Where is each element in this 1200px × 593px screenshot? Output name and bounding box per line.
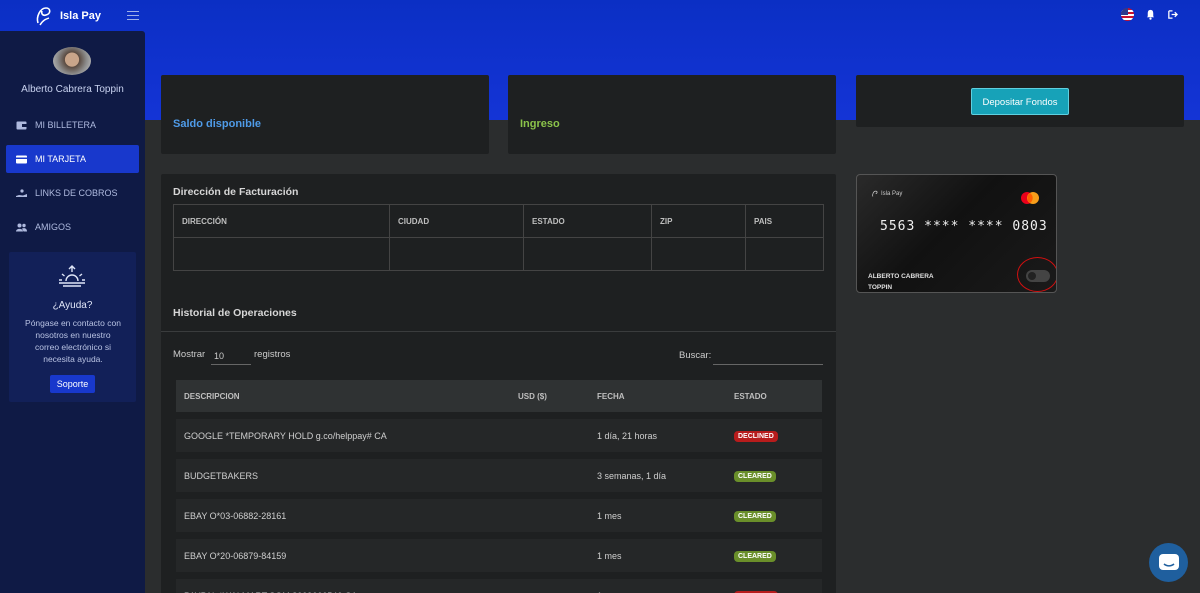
search-label: Buscar: xyxy=(679,350,712,361)
sidebar-item-label: MI TARJETA xyxy=(35,154,87,164)
table-row[interactable]: EBAY O*20-06879-84159 1 mes CLEARED xyxy=(176,539,822,572)
billing-data-row xyxy=(174,238,823,271)
billing-col-zip: ZIP xyxy=(652,205,746,237)
status-badge: CLEARED xyxy=(734,510,776,522)
logout-icon[interactable] xyxy=(1166,9,1178,21)
isla-pay-logo xyxy=(36,7,51,26)
avatar[interactable] xyxy=(53,47,91,75)
status-badge: DECLINED xyxy=(734,430,778,442)
brand[interactable]: Isla Pay xyxy=(34,5,101,27)
sidebar-item-label: LINKS DE COBROS xyxy=(35,188,118,198)
saldo-card: Saldo disponible xyxy=(161,75,489,154)
history-title: Historial de Operaciones xyxy=(173,307,297,319)
cell-fecha: 1 día, 21 horas xyxy=(597,430,658,441)
sunrise-icon xyxy=(59,265,85,287)
billing-col-direccion: DIRECCIÓN xyxy=(174,205,390,237)
card-holder: ALBERTO CABRERA TOPPIN xyxy=(868,273,934,291)
records-label: registros xyxy=(254,349,291,360)
brand-name: Isla Pay xyxy=(60,10,101,22)
cell-estado: DECLINED xyxy=(734,430,822,442)
sidebar-item-links-de-cobros[interactable]: LINKS DE COBROS xyxy=(6,179,139,207)
table-row[interactable]: EBAY O*03-06882-28161 1 mes CLEARED xyxy=(176,499,822,532)
col-estado[interactable]: ESTADO xyxy=(734,392,822,401)
ingreso-card: Ingreso xyxy=(508,75,836,154)
help-text: Póngase en contacto con nosotros en nues… xyxy=(25,318,121,364)
top-bar: Isla Pay xyxy=(0,0,1200,32)
card-icon xyxy=(16,155,27,163)
cell-descripcion: EBAY O*03-06882-28161 xyxy=(184,510,287,521)
isla-pay-logo xyxy=(872,190,878,197)
sidebar-item-mi-tarjeta[interactable]: MI TARJETA xyxy=(6,145,139,173)
bell-icon[interactable] xyxy=(1144,9,1156,21)
help-title: ¿Ayuda? xyxy=(52,300,93,311)
col-usd[interactable]: USD ($) xyxy=(518,392,597,401)
card-brand: Isla Pay xyxy=(871,190,902,198)
main-panel: Dirección de Facturación DIRECCIÓN CIUDA… xyxy=(161,174,836,593)
mastercard-icon xyxy=(1021,192,1039,204)
show-label: Mostrar xyxy=(173,349,206,360)
support-button[interactable]: Soporte xyxy=(50,375,95,393)
card-number: 5563 **** **** 0803 xyxy=(880,219,1048,234)
sidebar: Alberto Cabrera Toppin MI BILLETERA MI T… xyxy=(0,31,145,593)
billing-cell xyxy=(524,238,652,271)
billing-cell xyxy=(652,238,746,271)
divider xyxy=(161,331,836,332)
hamburger-menu-icon[interactable] xyxy=(127,11,139,21)
billing-cell xyxy=(746,238,823,271)
sidebar-item-mi-billetera[interactable]: MI BILLETERA xyxy=(6,111,139,139)
deposit-funds-button[interactable]: Depositar Fondos xyxy=(971,88,1069,115)
status-badge: CLEARED xyxy=(734,470,776,482)
users-icon xyxy=(16,223,27,231)
table-row[interactable]: BUDGETBAKERS 3 semanas, 1 día CLEARED xyxy=(176,459,822,492)
billing-cell xyxy=(390,238,524,271)
status-badge: CLEARED xyxy=(734,550,776,562)
cell-estado: DECLINED xyxy=(734,590,822,593)
user-name: Alberto Cabrera Toppin xyxy=(21,84,124,95)
chat-button[interactable] xyxy=(1149,543,1188,582)
table-row[interactable]: GOOGLE *TEMPORARY HOLD g.co/helppay# CA 1… xyxy=(176,419,822,452)
sidebar-nav: MI BILLETERA MI TARJETA LINKS DE COBROS … xyxy=(6,111,139,247)
page-size-select[interactable]: 10 xyxy=(211,347,251,365)
billing-col-ciudad: CIUDAD xyxy=(390,205,524,237)
sidebar-item-amigos[interactable]: AMIGOS xyxy=(6,213,139,241)
sidebar-item-label: MI BILLETERA xyxy=(35,120,97,130)
billing-col-estado: ESTADO xyxy=(524,205,652,237)
cell-estado: CLEARED xyxy=(734,550,822,562)
card-lock-toggle[interactable] xyxy=(1026,270,1050,282)
cell-fecha: 3 semanas, 1 día xyxy=(597,470,667,481)
cell-descripcion: GOOGLE *TEMPORARY HOLD g.co/helppay# CA xyxy=(184,430,387,441)
cell-fecha: 1 mes xyxy=(597,550,622,561)
billing-cell xyxy=(174,238,390,271)
cell-descripcion: BUDGETBAKERS xyxy=(184,470,259,481)
top-icons xyxy=(1121,8,1178,21)
cell-fecha: 1 mes xyxy=(597,510,622,521)
wallet-icon xyxy=(16,121,27,129)
hand-coins-icon xyxy=(16,188,27,197)
chat-icon xyxy=(1158,553,1179,570)
saldo-label: Saldo disponible xyxy=(173,118,262,130)
billing-header-row: DIRECCIÓN CIUDAD ESTADO ZIP PAIS xyxy=(174,205,823,238)
billing-title: Dirección de Facturación xyxy=(173,186,299,198)
credit-card: Isla Pay 5563 **** **** 0803 ALBERTO CAB… xyxy=(856,174,1057,293)
billing-table: DIRECCIÓN CIUDAD ESTADO ZIP PAIS xyxy=(173,204,824,271)
cell-descripcion: EBAY O*20-06879-84159 xyxy=(184,550,287,561)
cell-estado: CLEARED xyxy=(734,470,822,482)
card-brand-name: Isla Pay xyxy=(881,191,903,197)
cell-estado: CLEARED xyxy=(734,510,822,522)
table-row[interactable]: PAYPAL *WALMART.COM 8009666546 CA1 mesDE… xyxy=(176,579,822,593)
deposit-card: Depositar Fondos xyxy=(856,75,1184,127)
operations-header-row: DESCRIPCION USD ($) FECHA ESTADO xyxy=(176,380,822,412)
help-panel: ¿Ayuda? Póngase en contacto con nosotros… xyxy=(9,252,136,402)
col-descripcion[interactable]: DESCRIPCION xyxy=(176,392,518,401)
billing-col-pais: PAIS xyxy=(754,217,773,226)
sidebar-item-label: AMIGOS xyxy=(35,222,72,232)
search-input[interactable] xyxy=(713,345,823,365)
ingreso-label: Ingreso xyxy=(520,118,560,130)
col-fecha[interactable]: FECHA xyxy=(597,392,734,401)
us-flag-icon[interactable] xyxy=(1121,8,1134,21)
operations-table: DESCRIPCION USD ($) FECHA ESTADO GOOGLE … xyxy=(176,380,822,593)
operations-rows: GOOGLE *TEMPORARY HOLD g.co/helppay# CA 1… xyxy=(176,419,822,593)
